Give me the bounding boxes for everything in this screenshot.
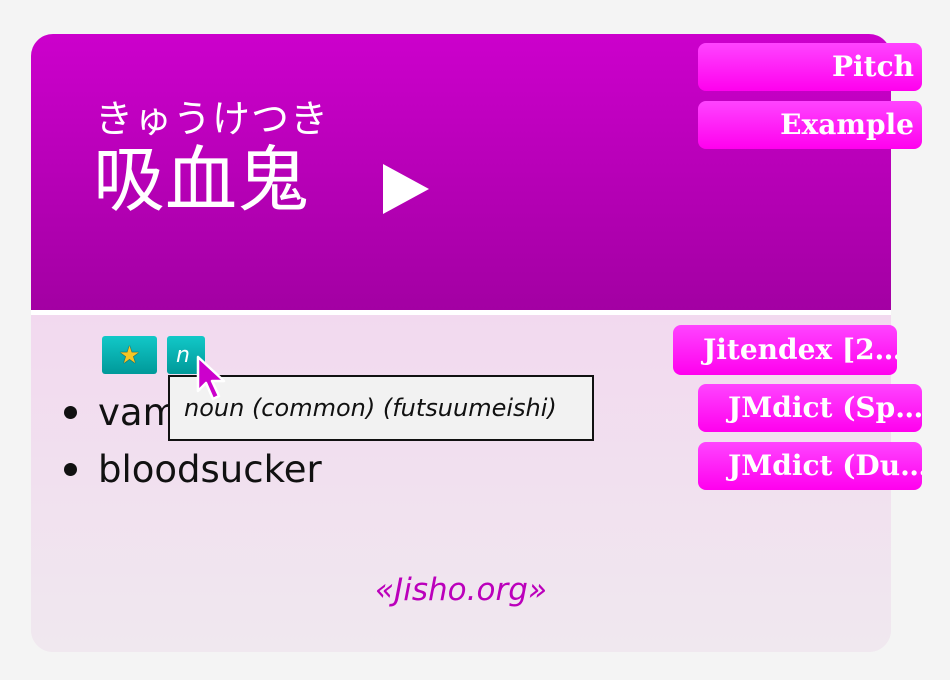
bullet [64, 463, 77, 476]
jmdict-sp-button[interactable]: JMdict (Sp… [698, 384, 922, 432]
definition-item: bloodsucker [60, 441, 322, 498]
reading-furigana: きゅうけつき [95, 97, 330, 141]
play-audio-icon[interactable] [383, 164, 429, 214]
jmdict-du-button[interactable]: JMdict (Du… [698, 442, 922, 490]
jitendex-button[interactable]: Jitendex [2… [673, 325, 897, 375]
definition-text: vam [98, 391, 179, 434]
definition-text: bloodsucker [98, 448, 322, 491]
pitch-button[interactable]: Pitch [698, 43, 922, 91]
example-button[interactable]: Example [698, 101, 922, 149]
common-tag[interactable]: ★ [102, 336, 157, 374]
mouse-cursor-icon [196, 355, 226, 401]
tooltip-text: noun (common) (futsuumeishi) [184, 394, 557, 422]
jisho-link[interactable]: «Jisho.org» [31, 572, 891, 608]
expression-kanji: 吸血鬼 [93, 138, 310, 222]
bullet [64, 406, 77, 419]
star-icon: ★ [118, 341, 141, 369]
tag-tooltip: noun (common) (futsuumeishi) [168, 375, 594, 441]
